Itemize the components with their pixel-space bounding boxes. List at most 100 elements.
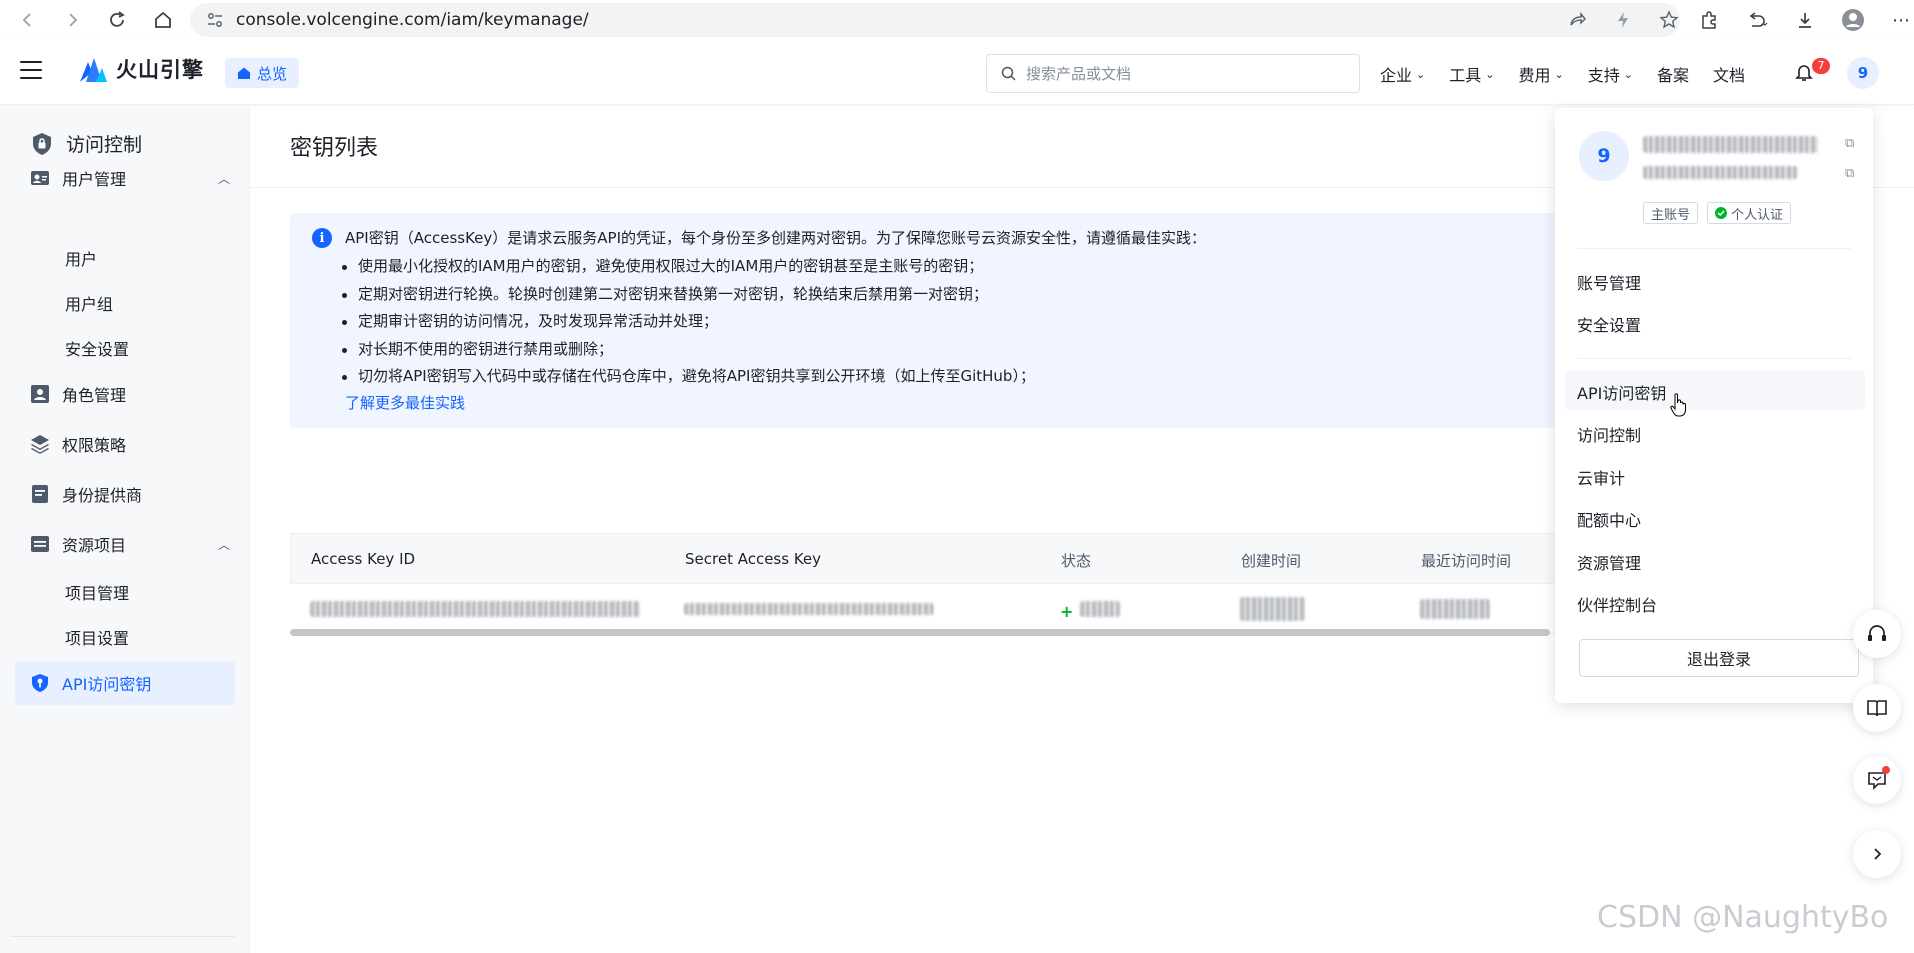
reload-button[interactable]	[102, 5, 132, 35]
menu-icon[interactable]	[20, 61, 42, 79]
more-icon[interactable]: ⋯	[1889, 8, 1913, 32]
info-list: 使用最小化授权的IAM用户的密钥，避免使用权限过大的IAM用户的密钥甚至是主账号…	[340, 253, 1035, 391]
overview-label: 总览	[257, 64, 288, 83]
sidebar-item-resource-projects[interactable]: 资源项目 ︿	[30, 532, 230, 556]
dropdown-item-access-control[interactable]: 访问控制	[1577, 422, 1641, 446]
back-button[interactable]	[12, 5, 42, 35]
extensions-icon[interactable]	[1697, 8, 1721, 32]
sidebar-title: 访问控制	[30, 130, 142, 157]
lightning-icon[interactable]	[1611, 8, 1635, 32]
sidebar-item-security-settings[interactable]: 安全设置	[65, 336, 129, 360]
menu-enterprise[interactable]: 企业 ⌄	[1380, 62, 1425, 86]
best-practice-link[interactable]: 了解更多最佳实践	[345, 392, 465, 413]
browser-toolbar: console.volcengine.com/iam/keymanage/ ⋯	[0, 0, 1914, 40]
menu-support[interactable]: 支持 ⌄	[1588, 62, 1633, 86]
document-icon	[32, 485, 48, 503]
sidebar-item-user-management[interactable]: 用户管理 ︿	[30, 166, 230, 190]
help-fab[interactable]	[1853, 610, 1901, 658]
avatar[interactable]: 9	[1847, 57, 1879, 89]
sidebar-item-roles[interactable]: 角色管理	[30, 382, 230, 406]
dropdown-avatar: 9	[1579, 131, 1629, 181]
dropdown-divider	[1577, 358, 1851, 359]
status-icon: +	[1060, 602, 1074, 621]
sidebar-item-project-management[interactable]: 项目管理	[65, 580, 129, 604]
home-button[interactable]	[148, 5, 178, 35]
col-secret-access-key: Secret Access Key	[685, 550, 822, 568]
col-last-access-time: 最近访问时间	[1421, 552, 1512, 570]
address-bar[interactable]: console.volcengine.com/iam/keymanage/	[190, 3, 1680, 37]
list-item: 对长期不使用的密钥进行禁用或删除；	[340, 336, 1035, 364]
col-created-time: 创建时间	[1241, 552, 1302, 570]
share-icon[interactable]	[1565, 8, 1589, 32]
chevron-up-icon: ︿	[217, 537, 230, 552]
sidebar-item-policies[interactable]: 权限策略	[30, 432, 230, 456]
collapse-fab[interactable]	[1853, 830, 1901, 878]
forward-button[interactable]	[58, 5, 88, 35]
dropdown-item-resource-management[interactable]: 资源管理	[1577, 550, 1641, 574]
feedback-dot	[1882, 766, 1890, 774]
logo[interactable]: 火山引擎	[78, 54, 204, 84]
info-icon: i	[312, 228, 332, 248]
table-scrollbar[interactable]	[290, 629, 1550, 636]
home-icon	[238, 67, 250, 79]
copy-icon[interactable]: ⧉	[1845, 166, 1854, 181]
created-time-redacted	[1240, 597, 1305, 621]
page-title: 密钥列表	[290, 136, 379, 161]
chevron-down-icon: ⌄	[1554, 67, 1564, 81]
sidebar-item-identity-providers[interactable]: 身份提供商	[30, 482, 230, 506]
dropdown-item-security[interactable]: 安全设置	[1577, 312, 1641, 336]
logout-button[interactable]: 退出登录	[1579, 639, 1859, 677]
status-redacted	[1080, 601, 1120, 617]
role-icon	[31, 385, 49, 403]
list-item: 定期审计密钥的访问情况，及时发现异常活动并处理；	[340, 308, 1035, 336]
sidebar-item-project-settings[interactable]: 项目设置	[65, 625, 129, 649]
dropdown-item-partner-console[interactable]: 伙伴控制台	[1577, 592, 1657, 616]
list-item: 使用最小化授权的IAM用户的密钥，避免使用权限过大的IAM用户的密钥甚至是主账号…	[340, 253, 1035, 281]
chevron-right-icon	[1874, 848, 1882, 860]
watermark: CSDN @NaughtyBo	[1597, 900, 1889, 935]
dropdown-item-account[interactable]: 账号管理	[1577, 270, 1641, 294]
folder-icon	[31, 536, 49, 552]
copy-icon[interactable]: ⧉	[1845, 136, 1854, 151]
arrow-right-icon	[69, 13, 78, 27]
download-icon[interactable]	[1793, 8, 1817, 32]
keys-table: Access Key ID Secret Access Key 状态 创建时间 …	[290, 533, 1630, 636]
star-icon[interactable]	[1657, 8, 1681, 32]
chevron-down-icon: ⌄	[1485, 67, 1495, 81]
menu-billing[interactable]: 费用 ⌄	[1518, 62, 1563, 86]
dropdown-item-api-keys[interactable]: API访问密钥	[1577, 380, 1666, 404]
feedback-fab[interactable]	[1853, 756, 1901, 804]
dropdown-item-quota[interactable]: 配额中心	[1577, 507, 1641, 531]
docs-fab[interactable]	[1853, 684, 1901, 732]
sidebar-divider	[10, 936, 235, 937]
sidebar-item-user-groups[interactable]: 用户组	[65, 291, 113, 315]
chevron-down-icon: ⌄	[1623, 67, 1633, 81]
link-docs[interactable]: 文档	[1713, 62, 1745, 86]
hand-cursor-icon	[1670, 393, 1686, 417]
check-circle-icon	[1715, 207, 1727, 219]
url-text: console.volcengine.com/iam/keymanage/	[236, 10, 589, 30]
access-key-id-redacted	[310, 601, 640, 617]
layers-icon	[31, 435, 49, 454]
dropdown-item-cloud-audit[interactable]: 云审计	[1577, 465, 1625, 489]
search-input[interactable]: 搜索产品或文档	[986, 54, 1360, 93]
main-account-tag: 主账号	[1643, 202, 1699, 224]
link-filing[interactable]: 备案	[1657, 62, 1689, 86]
sidebar-item-api-keys[interactable]: API访问密钥	[15, 661, 235, 705]
overview-button[interactable]: 总览	[225, 58, 300, 88]
key-shield-icon	[32, 674, 48, 692]
table-row: +	[290, 584, 1630, 634]
secret-key-redacted	[684, 603, 934, 615]
sidebar: 访问控制 用户管理 ︿ 用户 用户组 安全设置 角色管理 权限策略 身份提供商 …	[0, 106, 250, 953]
sidebar-item-users[interactable]: 用户	[65, 246, 97, 270]
menu-tools[interactable]: 工具 ⌄	[1449, 62, 1494, 86]
info-banner: i API密钥（AccessKey）是请求云服务API的凭证，每个身份至多创建两…	[290, 213, 1630, 428]
history-back-icon[interactable]	[1745, 8, 1769, 32]
profile-icon[interactable]	[1841, 8, 1865, 32]
brand-name: 火山引擎	[116, 58, 204, 82]
info-head: API密钥（AccessKey）是请求云服务API的凭证，每个身份至多创建两对密…	[345, 229, 1207, 247]
book-icon	[1867, 700, 1887, 717]
col-access-key-id: Access Key ID	[311, 550, 416, 568]
bell-icon[interactable]	[1794, 62, 1814, 86]
chevron-down-icon: ⌄	[1416, 67, 1426, 81]
